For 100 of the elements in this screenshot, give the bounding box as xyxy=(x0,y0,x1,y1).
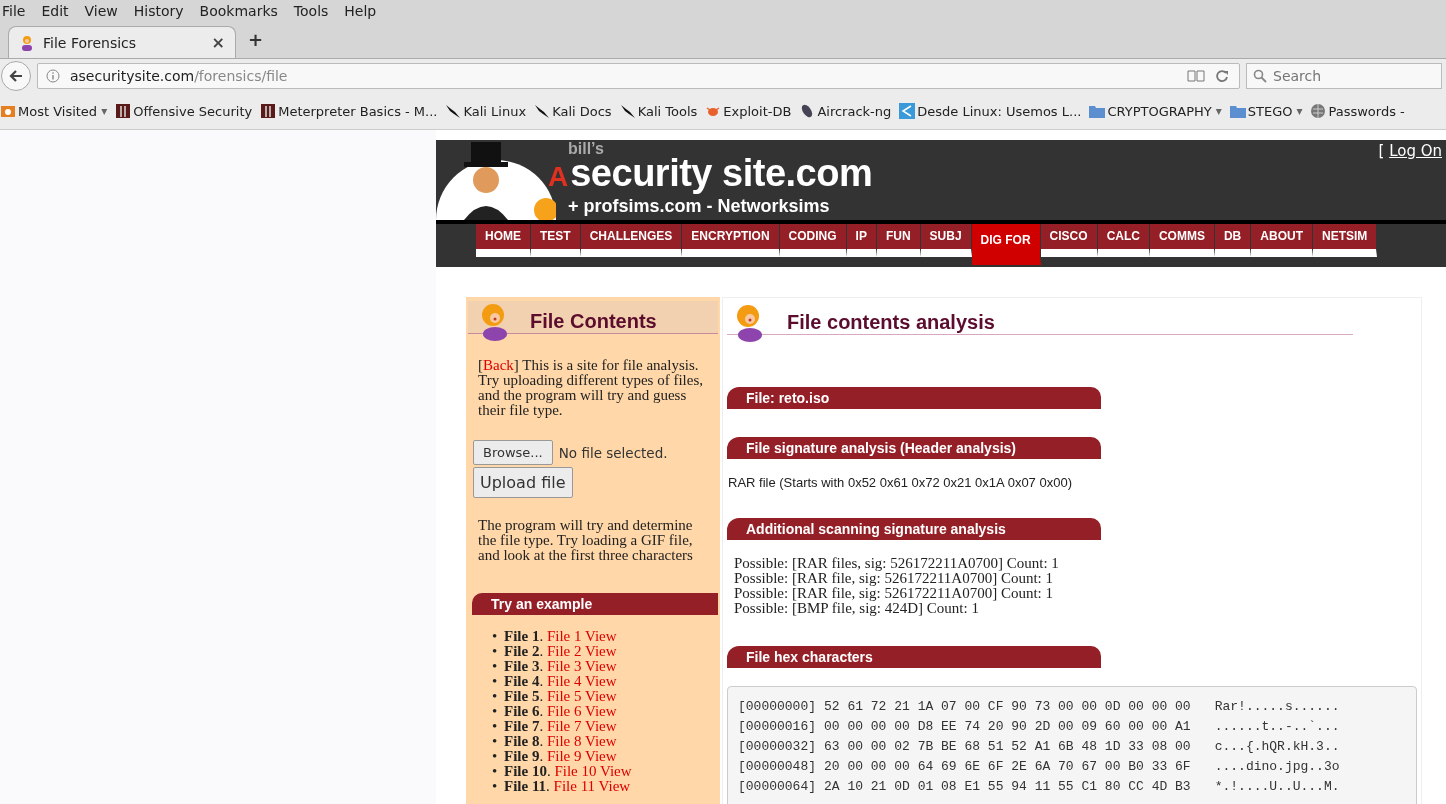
menu-item[interactable]: Tools xyxy=(293,3,329,19)
back-arrow-icon xyxy=(9,69,23,83)
menu-item[interactable]: Bookmarks xyxy=(199,3,278,19)
bracket-text: [ xyxy=(1378,142,1385,160)
scan-result: Possible: [BMP file, sig: 424D] Count: 1 xyxy=(734,601,979,616)
reader-view-icon[interactable] xyxy=(1187,69,1205,83)
nav-tab[interactable]: HOME xyxy=(476,224,531,257)
hex-bytes: 2A 10 21 0D 01 08 E1 55 94 11 55 C1 80 CC 4D B3 xyxy=(824,778,1191,796)
list-bullet: • xyxy=(492,689,499,704)
upload-button[interactable]: Upload file xyxy=(473,467,573,498)
list-bullet: • xyxy=(492,779,499,794)
list-bullet: • xyxy=(492,704,499,719)
example-link[interactable]: File 2 View xyxy=(546,643,617,659)
hex-offset: [00000016] xyxy=(738,718,816,736)
log-on-link[interactable]: Log On xyxy=(1389,142,1442,160)
scan-result: Possible: [RAR files, sig: 526172211A0700] Count: 1 xyxy=(734,556,1060,571)
example-link[interactable]: File 7 View xyxy=(546,718,617,734)
example-name: File 1. xyxy=(504,628,544,644)
nav-tab[interactable]: ABOUT xyxy=(1251,224,1313,257)
share-icon xyxy=(899,103,916,119)
menu-item[interactable]: Edit xyxy=(41,3,69,19)
example-link[interactable]: File 5 View xyxy=(546,688,617,704)
example-link[interactable]: File 3 View xyxy=(546,658,617,674)
hex-ascii: c...{.hQR.kH.3.. xyxy=(1214,738,1340,756)
bookmark-item[interactable]: Desde Linux: Usemos L... xyxy=(899,103,1082,119)
bookmark-item[interactable]: Exploit-DB xyxy=(705,103,792,119)
nav-tab[interactable]: SUBJ xyxy=(920,224,972,257)
nav-tab[interactable]: CODING xyxy=(779,224,847,257)
bookmark-item[interactable]: STEGO ▾ xyxy=(1229,103,1303,119)
list-bullet: • xyxy=(492,734,499,749)
nav-tab[interactable]: ENCRYPTION xyxy=(682,224,780,257)
bookmark-item[interactable]: Kali Tools xyxy=(619,103,698,119)
nav-tab[interactable]: TEST xyxy=(531,224,581,257)
hex-offset: [00000048] xyxy=(738,758,816,776)
example-link[interactable]: File 6 View xyxy=(546,703,617,719)
list-bullet: • xyxy=(492,749,499,764)
menu-item[interactable]: File xyxy=(2,3,26,19)
nav-tab[interactable]: IP xyxy=(846,224,877,257)
browser-tab[interactable]: File Forensics × xyxy=(8,26,236,58)
scan-result: Possible: [RAR file, sig: 526172211A0700] Count: 1 xyxy=(734,571,1055,586)
site-icon xyxy=(115,103,132,119)
file-status: No file selected. xyxy=(558,444,668,461)
site-icon xyxy=(260,103,277,119)
address-bar[interactable]: asecuritysite.com/forensics/file xyxy=(37,63,1240,89)
example-link[interactable]: File 9 View xyxy=(546,748,617,764)
site-subtitle: + profsims.com - Networksims xyxy=(568,195,831,218)
list-bullet: • xyxy=(492,719,499,734)
list-bullet: • xyxy=(492,644,499,659)
reload-icon[interactable] xyxy=(1215,69,1229,83)
example-name: File 3. xyxy=(504,658,544,674)
nav-tab[interactable]: CALC xyxy=(1097,224,1150,257)
menu-item[interactable]: History xyxy=(133,3,184,19)
bookmark-item[interactable]: CRYPTOGRAPHY ▾ xyxy=(1089,103,1222,119)
hex-ascii: Rar!.....s...... xyxy=(1214,698,1340,716)
hex-bytes: 20 00 00 00 64 69 6E 6F 2E 6A 70 67 00 B0 33 6F xyxy=(824,758,1191,776)
browse-button[interactable]: Browse... xyxy=(473,440,553,465)
dropdown-caret[interactable]: ▾ xyxy=(101,104,108,118)
nav-tab[interactable]: CHALLENGES xyxy=(580,224,683,257)
bookmark-item[interactable]: Kali Docs xyxy=(534,103,612,119)
hex-offset: [00000032] xyxy=(738,738,816,756)
bookmark-item[interactable]: Passwords - xyxy=(1310,103,1405,119)
nav-tab[interactable]: CISCO xyxy=(1040,224,1098,257)
intro-text: [Back] This is a site for file analysis. Try uploading different types of files, and the program will try and guess their file type. xyxy=(478,358,704,418)
bookmark-item[interactable]: Meterpreter Basics - M... xyxy=(260,103,438,119)
menu-item[interactable]: View xyxy=(84,3,118,19)
dropdown-caret[interactable]: ▾ xyxy=(1215,104,1222,118)
bookmark-item[interactable]: Offensive Security xyxy=(115,103,253,119)
close-tab-button[interactable]: × xyxy=(211,33,225,52)
example-link[interactable]: File 1 View xyxy=(546,628,617,644)
menu-item[interactable]: Help xyxy=(344,3,377,19)
bookmark-item[interactable]: Most Visited ▾ xyxy=(0,103,108,119)
dropdown-caret[interactable]: ▾ xyxy=(1296,104,1303,118)
folder-icon xyxy=(1229,104,1246,118)
section-heading: Additional scanning signature analysis xyxy=(727,518,1101,540)
list-bullet: • xyxy=(492,629,499,644)
back-button[interactable] xyxy=(1,61,31,91)
nav-tab[interactable]: DIG FOR xyxy=(971,224,1041,265)
hex-offset: [00000064] xyxy=(738,778,816,796)
example-link[interactable]: File 11 View xyxy=(553,778,631,794)
back-link[interactable]: Back xyxy=(483,357,514,373)
nav-tab[interactable]: COMMS xyxy=(1149,224,1215,257)
example-link[interactable]: File 8 View xyxy=(546,733,617,749)
hex-bytes: 52 61 72 21 1A 07 00 CF 90 73 00 00 0D 00 00 00 xyxy=(824,698,1191,716)
hint-text: The program will try and determine the file type. Try loading a GIF file, and look at the first three characters xyxy=(478,518,694,563)
hex-offset: [00000000] xyxy=(738,698,816,716)
bookmark-item[interactable]: Aircrack-ng xyxy=(799,103,892,119)
search-field[interactable]: Search xyxy=(1246,63,1442,89)
example-name: File 5. xyxy=(504,688,544,704)
bookmark-item[interactable]: Kali Linux xyxy=(445,103,527,119)
scan-result: Possible: [RAR file, sig: 526172211A0700] Count: 1 xyxy=(734,586,1055,601)
example-link[interactable]: File 10 View xyxy=(554,763,632,779)
new-tab-button[interactable]: + xyxy=(248,29,264,50)
nav-tab[interactable]: NETSIM xyxy=(1312,224,1378,257)
clown-icon xyxy=(19,34,35,51)
globe-icon xyxy=(1310,103,1327,119)
example-link[interactable]: File 4 View xyxy=(546,673,617,689)
hex-ascii: *.!....U..U...M. xyxy=(1214,778,1340,796)
example-name: File 2. xyxy=(504,643,544,659)
nav-tab[interactable]: DB xyxy=(1214,224,1252,257)
nav-tab[interactable]: FUN xyxy=(876,224,921,257)
